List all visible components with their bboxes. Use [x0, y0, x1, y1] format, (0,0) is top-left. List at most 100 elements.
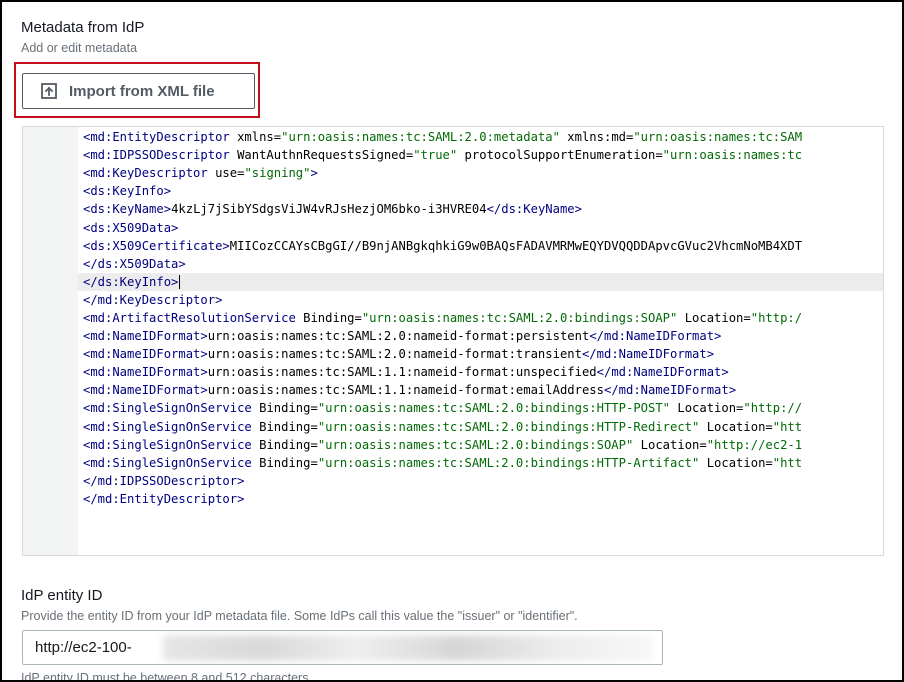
- code-line-text: <ds:X509Data>: [83, 221, 178, 235]
- code-line[interactable]: 20</md:IDPSSODescriptor>: [78, 472, 883, 490]
- code-token: </ds:X509Data>: [83, 256, 186, 271]
- code-line[interactable]: 17<md:SingleSignOnService Binding="urn:o…: [78, 418, 883, 436]
- code-line-text: <ds:KeyName>4kzLj7jSibYSdgsViJW4vRJsHezj…: [83, 202, 582, 216]
- code-line-text: <md:NameIDFormat>urn:oasis:names:tc:SAML…: [83, 347, 714, 361]
- code-token: urn:oasis:names:tc:SAML:2.0:nameid-forma…: [207, 347, 582, 362]
- code-token: <md:NameIDFormat>: [83, 383, 208, 398]
- code-token: xmlns=: [229, 130, 282, 145]
- entity-id-title: IdP entity ID: [21, 587, 103, 604]
- code-token: "urn:oasis:names:tc:SAML:2.0:bindings:SO…: [317, 437, 634, 452]
- code-line-text: <md:NameIDFormat>urn:oasis:names:tc:SAML…: [83, 383, 736, 397]
- code-token: protocolSupportEnumeration=: [457, 148, 663, 163]
- code-token: </md:NameIDFormat>: [589, 329, 722, 344]
- code-token: </md:KeyDescriptor>: [83, 292, 223, 307]
- code-line[interactable]: 13<md:NameIDFormat>urn:oasis:names:tc:SA…: [78, 345, 883, 363]
- code-line[interactable]: 21</md:EntityDescriptor>: [78, 490, 883, 508]
- code-line[interactable]: 9</ds:KeyInfo>: [78, 272, 883, 291]
- code-token: "htt: [772, 419, 803, 434]
- code-line-text: <md:SingleSignOnService Binding="urn:oas…: [83, 438, 802, 452]
- code-token: "urn:oasis:names:tc:SAML:2.0:bindings:HT…: [317, 419, 700, 434]
- code-line[interactable]: 18<md:SingleSignOnService Binding="urn:o…: [78, 436, 883, 454]
- code-token: <md:SingleSignOnService: [83, 455, 252, 470]
- editor-lines: 1▾<md:EntityDescriptor xmlns="urn:oasis:…: [78, 128, 883, 508]
- editor-code-area[interactable]: 1▾<md:EntityDescriptor xmlns="urn:oasis:…: [78, 127, 883, 555]
- code-token: Location=: [699, 419, 773, 434]
- upload-icon: [41, 83, 57, 99]
- entity-id-input[interactable]: http://ec2-100-: [22, 630, 663, 665]
- code-line[interactable]: 1▾<md:EntityDescriptor xmlns="urn:oasis:…: [78, 128, 883, 146]
- code-token: MIICozCCAYsCBgGI//B9njANBgkqhkiG9w0BAQsF…: [229, 238, 803, 253]
- code-token: xmlns:md=: [559, 130, 634, 145]
- code-line[interactable]: 10</md:KeyDescriptor>: [78, 291, 883, 309]
- code-line[interactable]: 14<md:NameIDFormat>urn:oasis:names:tc:SA…: [78, 363, 883, 381]
- code-line[interactable]: 4▾<ds:KeyInfo>: [78, 182, 883, 200]
- code-line-text: <md:IDPSSODescriptor WantAuthnRequestsSi…: [83, 148, 802, 162]
- code-token: </ds:KeyName>: [486, 202, 582, 217]
- code-token: </md:NameIDFormat>: [581, 347, 715, 362]
- code-token: urn:oasis:names:tc:SAML:2.0:nameid-forma…: [207, 329, 590, 344]
- code-token: 4kzLj7jSibYSdgsViJW4vRJsHezjOM6bko-i3HVR…: [171, 202, 487, 217]
- code-line[interactable]: 3▾<md:KeyDescriptor use="signing">: [78, 164, 883, 182]
- code-token: <ds:X509Data>: [83, 220, 179, 235]
- code-line-text: <md:SingleSignOnService Binding="urn:oas…: [83, 456, 802, 470]
- code-line[interactable]: 5<ds:KeyName>4kzLj7jSibYSdgsViJW4vRJsHez…: [78, 200, 883, 218]
- editor-gutter: [23, 127, 78, 555]
- code-token: Binding=: [251, 419, 318, 434]
- code-token: "urn:oasis:names:tc:SAML:2.0:bindings:HT…: [317, 455, 700, 470]
- code-token: >: [310, 166, 318, 181]
- metadata-section-title: Metadata from IdP: [21, 19, 145, 36]
- code-line[interactable]: 15<md:NameIDFormat>urn:oasis:names:tc:SA…: [78, 381, 883, 399]
- code-token: <ds:KeyName>: [83, 202, 172, 217]
- code-line-text: <md:NameIDFormat>urn:oasis:names:tc:SAML…: [83, 329, 721, 343]
- import-xml-button[interactable]: Import from XML file: [22, 73, 255, 109]
- import-xml-button-label: Import from XML file: [69, 82, 215, 100]
- code-line[interactable]: 6▾<ds:X509Data>: [78, 218, 883, 236]
- code-token: "urn:oasis:names:tc:SAM: [633, 130, 803, 145]
- entity-id-input-value: http://ec2-100-: [35, 639, 132, 656]
- code-token: "true": [413, 148, 458, 163]
- code-token: Binding=: [251, 401, 318, 416]
- code-token: <md:SingleSignOnService: [83, 419, 252, 434]
- code-token: <md:SingleSignOnService: [83, 401, 252, 416]
- code-line[interactable]: 12<md:NameIDFormat>urn:oasis:names:tc:SA…: [78, 327, 883, 345]
- code-token: WantAuthnRequestsSigned=: [229, 148, 414, 163]
- code-token: <md:ArtifactResolutionService: [83, 310, 296, 325]
- code-token: </ds:KeyInfo>: [83, 274, 179, 289]
- code-line-text: </ds:KeyInfo>: [83, 274, 181, 290]
- code-token: <md:KeyDescriptor: [83, 166, 208, 181]
- code-line-text: <md:NameIDFormat>urn:oasis:names:tc:SAML…: [83, 365, 729, 379]
- code-token: </md:NameIDFormat>: [596, 365, 729, 380]
- code-line-text: <md:KeyDescriptor use="signing">: [83, 166, 318, 180]
- code-token: <ds:X509Certificate>: [83, 238, 230, 253]
- code-line[interactable]: 8</ds:X509Data>: [78, 255, 883, 273]
- code-token: urn:oasis:names:tc:SAML:1.1:nameid-forma…: [207, 383, 604, 398]
- code-line-text: <md:ArtifactResolutionService Binding="u…: [83, 311, 802, 325]
- code-token: urn:oasis:names:tc:SAML:1.1:nameid-forma…: [207, 365, 597, 380]
- code-token: "urn:oasis:names:tc:SAML:2.0:metadata": [281, 130, 560, 145]
- code-line-text: <md:SingleSignOnService Binding="urn:oas…: [83, 420, 802, 434]
- code-token: "urn:oasis:names:tc:SAML:2.0:bindings:SO…: [361, 310, 678, 325]
- code-token: <md:IDPSSODescriptor: [83, 148, 230, 163]
- code-line-text: <md:SingleSignOnService Binding="urn:oas…: [83, 401, 802, 415]
- code-line-text: <ds:X509Certificate>MIICozCCAYsCBgGI//B9…: [83, 239, 802, 253]
- code-line[interactable]: 7<ds:X509Certificate>MIICozCCAYsCBgGI//B…: [78, 237, 883, 255]
- code-line[interactable]: 19<md:SingleSignOnService Binding="urn:o…: [78, 454, 883, 472]
- code-line[interactable]: 11<md:ArtifactResolutionService Binding=…: [78, 309, 883, 327]
- code-token: <md:EntityDescriptor: [83, 130, 230, 145]
- code-token: Binding=: [251, 455, 318, 470]
- text-cursor: [179, 275, 181, 290]
- code-token: </md:IDPSSODescriptor>: [83, 473, 245, 488]
- code-line[interactable]: 16<md:SingleSignOnService Binding="urn:o…: [78, 399, 883, 417]
- code-token: "http://: [743, 401, 803, 416]
- code-token: "http://ec2-1: [706, 437, 803, 452]
- code-token: Location=: [633, 437, 707, 452]
- code-line-text: </ds:X509Data>: [83, 257, 186, 271]
- code-line-text: <ds:KeyInfo>: [83, 184, 171, 198]
- code-token: <md:NameIDFormat>: [83, 347, 208, 362]
- code-line[interactable]: 2▾<md:IDPSSODescriptor WantAuthnRequests…: [78, 146, 883, 164]
- code-line-text: </md:KeyDescriptor>: [83, 293, 222, 307]
- code-token: "urn:oasis:names:tc: [662, 148, 803, 163]
- code-token: </md:NameIDFormat>: [603, 383, 737, 398]
- code-token: Location=: [677, 310, 751, 325]
- metadata-code-editor[interactable]: 1▾<md:EntityDescriptor xmlns="urn:oasis:…: [22, 126, 884, 556]
